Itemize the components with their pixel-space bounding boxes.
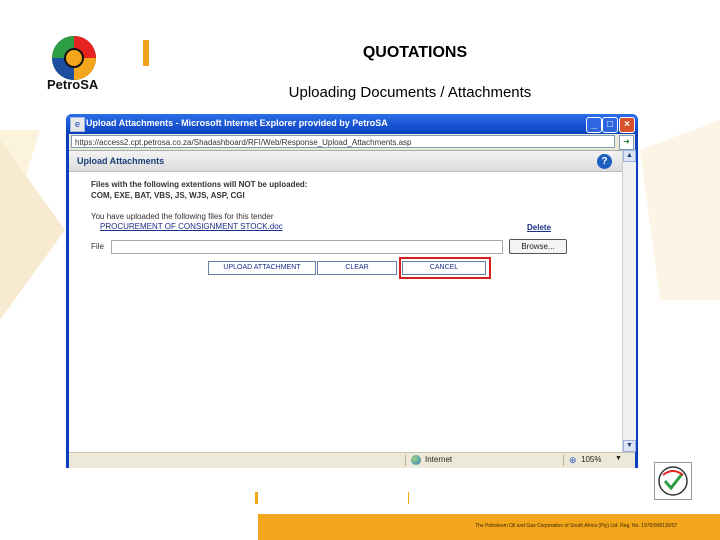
accent-bar [143,40,149,66]
go-icon[interactable]: ➜ [619,135,634,150]
browse-button[interactable]: Browse... [509,239,567,254]
clear-button[interactable]: CLEAR [317,261,397,275]
warning-extension-list: COM, EXE, BAT, VBS, JS, WJS, ASP, CGI [91,191,245,200]
upload-attachment-button[interactable]: UPLOAD ATTACHMENT [208,261,316,275]
dialog-header: Upload Attachments ? [69,151,622,172]
browser-window: e Upload Attachments - Microsoft Interne… [66,114,638,468]
warning-heading: Files with the following extentions will… [91,180,308,189]
footer-accent-right [408,492,409,504]
uploaded-files-intro: You have uploaded the following files fo… [91,212,274,221]
delete-link[interactable]: Delete [527,223,551,232]
uploaded-file-link[interactable]: PROCUREMENT OF CONSIGNMENT STOCK.doc [100,222,283,231]
scroll-up-icon[interactable]: ▲ [623,150,636,162]
certification-badge-icon [654,462,692,500]
dialog-title: Upload Attachments [77,156,165,166]
page-icon: e [70,117,85,132]
help-icon[interactable]: ? [597,154,612,169]
file-input[interactable] [111,240,503,254]
status-zone: Internet [425,455,453,464]
cancel-highlight-box [399,257,491,279]
status-separator [563,455,564,466]
window-title: Upload Attachments - Microsoft Internet … [86,118,388,128]
zoom-level[interactable]: 105% [581,455,601,464]
footer-text: The Petroleum Oil and Gas Corporation of… [475,523,678,529]
address-bar: https://access2.cpt.petrosa.co.za/Shadas… [69,134,635,150]
footer-accent-left [255,492,258,504]
file-label: File [91,242,104,251]
petrosa-logo-text: PetroSA [47,77,99,92]
globe-icon [411,455,421,465]
slide-subtitle: Uploading Documents / Attachments [288,84,532,101]
window-titlebar[interactable]: e Upload Attachments - Microsoft Interne… [66,114,638,134]
page-content: Upload Attachments ? Files with the foll… [69,150,622,453]
minimize-icon[interactable]: _ [586,117,602,133]
address-field[interactable]: https://access2.cpt.petrosa.co.za/Shadas… [71,135,615,148]
slide-title: QUOTATIONS [362,44,468,61]
petrosa-logo-icon [52,36,96,80]
status-separator [405,455,406,466]
vertical-scrollbar[interactable]: ▲ ▼ [622,150,636,452]
chevron-down-icon[interactable]: ▼ [615,455,622,462]
scroll-down-icon[interactable]: ▼ [623,440,636,452]
zoom-icon[interactable]: ⊕ [569,455,577,466]
status-bar: Internet ⊕ 105% ▼ [69,452,635,468]
close-icon[interactable]: × [619,117,635,133]
maximize-icon[interactable]: □ [602,117,618,133]
